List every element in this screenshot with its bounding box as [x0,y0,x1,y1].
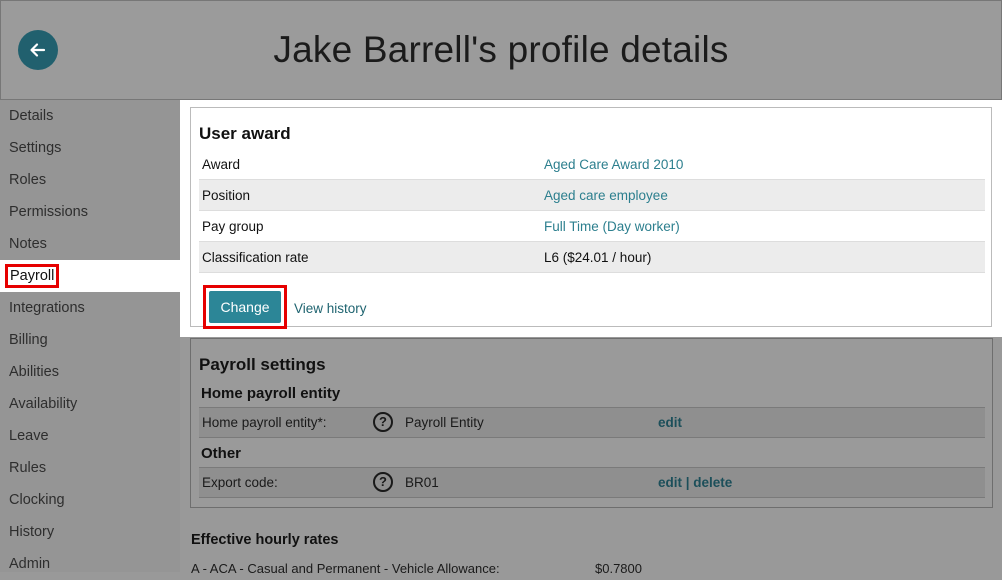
pay-group-label: Pay group [202,218,264,234]
pay-group-value-link[interactable]: Full Time (Day worker) [544,219,680,234]
user-award-panel: User award Award Aged Care Award 2010 Po… [180,100,1002,337]
sidebar-item-integrations[interactable]: Integrations [0,292,180,324]
sidebar-item-label: Rules [9,460,47,476]
pay-group-row: Pay group Full Time (Day worker) [199,211,985,242]
position-row: Position Aged care employee [199,180,985,211]
sidebar-item-abilities[interactable]: Abilities [0,356,180,388]
help-icon[interactable]: ? [373,472,393,492]
sidebar-item-admin[interactable]: Admin [0,548,180,580]
edit-link[interactable]: edit [658,415,682,430]
edit-link[interactable]: edit [658,475,682,490]
export-code-actions: edit | delete [658,475,732,490]
export-code-label: Export code: [202,475,278,490]
sidebar-item-label: Details [9,108,54,124]
user-award-title: User award [199,124,291,143]
user-award-table: Award Aged Care Award 2010 Position Aged… [199,149,985,273]
sidebar-item-label: Billing [9,332,48,348]
home-payroll-entity-value: Payroll Entity [405,415,484,430]
sidebar-item-history[interactable]: History [0,516,180,548]
help-icon[interactable]: ? [373,412,393,432]
sidebar-item-label: Integrations [9,300,85,316]
classification-rate-row: Classification rate L6 ($24.01 / hour) [199,242,985,273]
sidebar-item-clocking[interactable]: Clocking [0,484,180,516]
user-award-card: User award Award Aged Care Award 2010 Po… [190,107,992,329]
sidebar-item-label: Payroll [4,264,60,288]
main-content: User award Award Aged Care Award 2010 Po… [180,100,1002,576]
page-title: Jake Barrell's profile details [273,29,729,70]
position-label: Position [202,187,251,203]
sidebar-item-billing[interactable]: Billing [0,324,180,356]
change-button-highlight: Change [203,285,287,329]
action-separator: | [682,475,694,490]
change-button[interactable]: Change [209,291,281,323]
effective-hourly-rates-title: Effective hourly rates [191,532,339,548]
award-value-link[interactable]: Aged Care Award 2010 [544,157,683,172]
sidebar-item-label: Roles [9,172,47,188]
sidebar-item-rules[interactable]: Rules [0,452,180,484]
sidebar: Details Settings Roles Permissions Notes… [0,100,180,572]
sidebar-item-availability[interactable]: Availability [0,388,180,420]
sidebar-item-label: Admin [9,556,51,572]
rate-label: A - ACA - Casual and Permanent - Vehicle… [191,561,500,576]
rate-row: A - ACA - Casual and Permanent - Vehicle… [191,561,991,576]
sidebar-item-payroll[interactable]: Payroll [0,260,180,292]
page-header: Jake Barrell's profile details [0,0,1002,100]
sidebar-item-permissions[interactable]: Permissions [0,196,180,228]
payroll-settings-title: Payroll settings [199,355,326,374]
view-history-link[interactable]: View history [294,301,367,316]
rate-value: $0.7800 [595,561,642,576]
home-payroll-entity-row: Home payroll entity*: ? Payroll Entity e… [199,407,985,438]
award-row: Award Aged Care Award 2010 [199,149,985,180]
home-payroll-entity-heading: Home payroll entity [201,385,341,402]
sidebar-item-details[interactable]: Details [0,100,180,132]
delete-link[interactable]: delete [693,475,732,490]
sidebar-item-label: Abilities [9,364,59,380]
sidebar-item-settings[interactable]: Settings [0,132,180,164]
other-heading: Other [201,445,242,462]
payroll-settings-card: Payroll settings Home payroll entity Hom… [190,338,993,508]
sidebar-item-label: Availability [9,396,78,412]
home-payroll-entity-label: Home payroll entity*: [202,415,327,430]
award-label: Award [202,156,241,172]
classification-rate-label: Classification rate [202,249,309,265]
classification-rate-value: L6 ($24.01 / hour) [544,249,652,265]
sidebar-item-label: Clocking [9,492,65,508]
position-value-link[interactable]: Aged care employee [544,188,668,203]
sidebar-item-roles[interactable]: Roles [0,164,180,196]
sidebar-item-label: Permissions [9,204,88,220]
sidebar-item-label: History [9,524,55,540]
sidebar-item-notes[interactable]: Notes [0,228,180,260]
sidebar-item-label: Leave [9,428,49,444]
sidebar-item-label: Settings [9,140,62,156]
sidebar-item-label: Notes [9,236,47,252]
export-code-row: Export code: ? BR01 edit | delete [199,467,985,498]
sidebar-item-leave[interactable]: Leave [0,420,180,452]
home-payroll-entity-actions: edit [658,415,682,430]
export-code-value: BR01 [405,475,439,490]
